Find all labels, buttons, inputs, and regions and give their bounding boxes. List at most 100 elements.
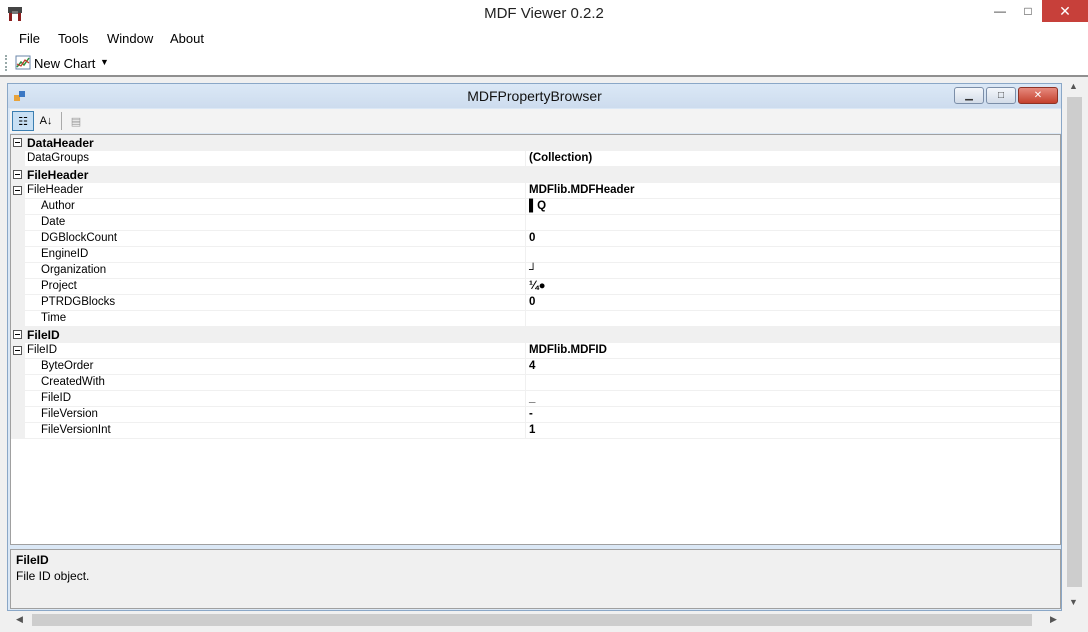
- child-maximize-button[interactable]: □: [986, 87, 1016, 104]
- property-value[interactable]: ¼●: [529, 280, 546, 292]
- property-name: FileID: [41, 392, 72, 404]
- scroll-down-icon[interactable]: ▼: [1069, 597, 1078, 607]
- property-value[interactable]: ▌Q: [529, 200, 546, 212]
- property-value[interactable]: MDFlib.MDFHeader: [529, 184, 634, 196]
- column-divider[interactable]: [525, 279, 526, 295]
- column-divider[interactable]: [525, 215, 526, 231]
- property-value[interactable]: -: [529, 408, 533, 420]
- property-row[interactable]: FileVersionInt 1: [11, 423, 1060, 439]
- scroll-up-icon[interactable]: ▲: [1069, 81, 1078, 91]
- property-row[interactable]: PTRDGBlocks 0: [11, 295, 1060, 311]
- alphabetical-sort-button[interactable]: A↓: [35, 111, 57, 131]
- maximize-button[interactable]: □: [1014, 0, 1042, 22]
- property-value[interactable]: 0: [529, 296, 535, 308]
- property-value[interactable]: (Collection): [529, 152, 592, 164]
- property-row[interactable]: FileHeader MDFlib.MDFHeader: [11, 183, 1060, 199]
- property-row[interactable]: FileVersion -: [11, 407, 1060, 423]
- property-row[interactable]: EngineID: [11, 247, 1060, 263]
- property-row[interactable]: Author ▌Q: [11, 199, 1060, 215]
- column-divider[interactable]: [525, 423, 526, 439]
- minimize-button[interactable]: —: [986, 0, 1014, 22]
- vertical-scroll-thumb[interactable]: [1067, 97, 1082, 587]
- chevron-down-icon[interactable]: ▼: [100, 57, 109, 67]
- column-divider[interactable]: [525, 263, 526, 279]
- property-row[interactable]: CreatedWith: [11, 375, 1060, 391]
- categorized-view-button[interactable]: ☷: [12, 111, 34, 131]
- category-label: FileID: [27, 328, 60, 342]
- property-row[interactable]: FileID MDFlib.MDFID: [11, 343, 1060, 359]
- category-row[interactable]: FileID: [11, 327, 1060, 343]
- collapse-icon[interactable]: [13, 186, 22, 195]
- column-divider[interactable]: [525, 359, 526, 375]
- scroll-left-icon[interactable]: ◀: [16, 614, 23, 625]
- property-row[interactable]: DGBlockCount 0: [11, 231, 1060, 247]
- chart-icon[interactable]: [15, 55, 32, 71]
- property-pages-button[interactable]: ▤: [65, 111, 87, 131]
- close-button[interactable]: ✕: [1042, 0, 1088, 22]
- property-name: DGBlockCount: [41, 232, 118, 244]
- category-row[interactable]: FileHeader: [11, 167, 1060, 183]
- column-divider[interactable]: [525, 311, 526, 327]
- property-value[interactable]: _: [529, 392, 535, 404]
- window-controls: — □ ✕: [986, 0, 1088, 22]
- property-row[interactable]: Organization ┘: [11, 263, 1060, 279]
- help-title: FileID: [16, 553, 49, 567]
- property-row[interactable]: ByteOrder 4: [11, 359, 1060, 375]
- menu-tools[interactable]: Tools: [58, 31, 88, 46]
- column-divider[interactable]: [525, 343, 526, 359]
- collapse-icon[interactable]: [13, 330, 22, 339]
- property-row[interactable]: Time: [11, 311, 1060, 327]
- column-divider[interactable]: [525, 247, 526, 263]
- property-value[interactable]: 4: [529, 360, 535, 372]
- horizontal-scroll-thumb[interactable]: [32, 614, 1032, 626]
- property-value[interactable]: 1: [529, 424, 535, 436]
- column-divider[interactable]: [525, 151, 526, 167]
- property-name: FileVersionInt: [41, 424, 111, 436]
- toolbar-divider: [61, 112, 62, 130]
- row-gutter: [11, 311, 25, 327]
- scroll-right-icon[interactable]: ▶: [1050, 614, 1057, 625]
- row-gutter: [11, 199, 25, 215]
- property-name: Date: [41, 216, 66, 228]
- title-bar: MDF Viewer 0.2.2 — □ ✕: [0, 0, 1088, 28]
- menu-window[interactable]: Window: [107, 31, 153, 46]
- column-divider[interactable]: [525, 295, 526, 311]
- column-divider[interactable]: [525, 199, 526, 215]
- child-close-button[interactable]: ✕: [1018, 87, 1058, 104]
- child-minimize-button[interactable]: ▁: [954, 87, 984, 104]
- property-grid: DataHeader DataGroups (Collection) FileHead…: [10, 134, 1061, 545]
- property-value[interactable]: MDFlib.MDFID: [529, 344, 607, 356]
- property-name: DataGroups: [27, 152, 90, 164]
- column-divider[interactable]: [525, 375, 526, 391]
- column-divider[interactable]: [525, 407, 526, 423]
- property-name: EngineID: [41, 248, 89, 260]
- column-divider[interactable]: [525, 231, 526, 247]
- column-divider[interactable]: [525, 391, 526, 407]
- row-gutter: [11, 295, 25, 311]
- collapse-icon[interactable]: [13, 138, 22, 147]
- horizontal-scrollbar[interactable]: ◀ ▶: [0, 611, 1065, 629]
- vertical-scrollbar[interactable]: ▲ ▼: [1065, 77, 1084, 611]
- category-label: DataHeader: [27, 136, 94, 150]
- property-name: Project: [41, 280, 77, 292]
- property-row[interactable]: Date: [11, 215, 1060, 231]
- row-gutter: [11, 375, 25, 391]
- new-chart-button[interactable]: New Chart: [34, 56, 95, 71]
- collapse-icon[interactable]: [13, 170, 22, 179]
- property-row[interactable]: Project ¼●: [11, 279, 1060, 295]
- column-divider[interactable]: [525, 183, 526, 199]
- menu-file[interactable]: File: [19, 31, 40, 46]
- toolbar-grip[interactable]: [5, 55, 8, 71]
- menu-about[interactable]: About: [170, 31, 204, 46]
- collapse-icon[interactable]: [13, 346, 22, 355]
- property-value[interactable]: ┘: [529, 264, 537, 276]
- property-name: FileID: [27, 344, 58, 356]
- row-gutter: [11, 391, 25, 407]
- property-row[interactable]: DataGroups (Collection): [11, 151, 1060, 167]
- help-description: File ID object.: [16, 569, 90, 583]
- category-label: FileHeader: [27, 168, 89, 182]
- property-value[interactable]: 0: [529, 232, 535, 244]
- menu-bar: File Tools Window About: [0, 28, 1088, 50]
- property-row[interactable]: FileID _: [11, 391, 1060, 407]
- category-row[interactable]: DataHeader: [11, 135, 1060, 151]
